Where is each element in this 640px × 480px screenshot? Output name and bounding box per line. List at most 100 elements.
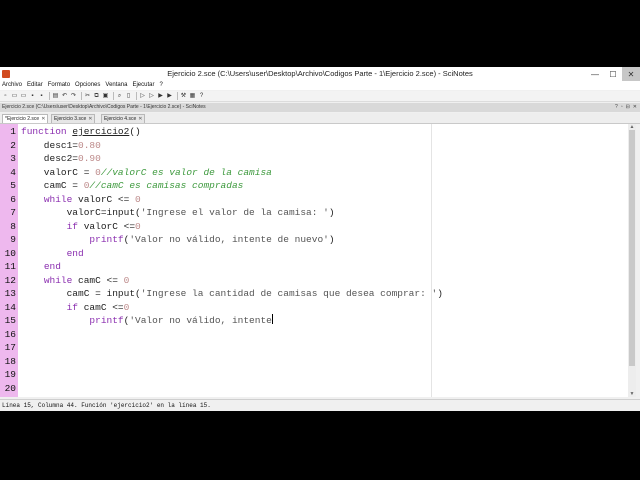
toolbar: ▫ ▭ ▭ ▪ ▪ ▤ ↶ ↷ ✂ ⧉ ▣ ⌕ ▯ ▷ ▷ ▶ ▶ ⚒ ▦ ? — [0, 91, 640, 102]
execute-selection-icon[interactable]: ▶ — [157, 93, 164, 100]
redo-icon[interactable]: ↷ — [70, 93, 77, 100]
line-number: 14 — [4, 301, 16, 313]
code-token: 'Valor no válido, intente de nuevo' — [129, 234, 329, 245]
replace-icon[interactable]: ▯ — [125, 93, 132, 100]
maximize-button[interactable]: ☐ — [604, 67, 622, 81]
tab-ejercicio-2[interactable]: *Ejercicio 2.sce ✕ — [2, 114, 49, 123]
code-token: if — [66, 220, 79, 232]
copy-icon[interactable]: ⧉ — [93, 93, 100, 100]
code-token: ) — [328, 207, 335, 218]
scroll-down-icon[interactable]: ▼ — [628, 391, 636, 397]
paste-icon[interactable]: ▣ — [102, 93, 109, 100]
tab-ejercicio-3[interactable]: Ejercicio 3.sce ✕ — [51, 114, 96, 123]
print-icon[interactable]: ▤ — [52, 93, 59, 100]
toolbar-separator — [81, 92, 82, 100]
tools-icon[interactable]: ⚒ — [180, 93, 187, 100]
line-number: 19 — [4, 369, 16, 380]
code-line[interactable]: end — [21, 247, 84, 261]
code-line[interactable]: end — [21, 260, 61, 274]
line-number: 12 — [4, 274, 16, 286]
minimize-button[interactable]: — — [586, 67, 604, 81]
vertical-scrollbar[interactable]: ▲ ▼ — [628, 124, 636, 397]
scinotes-window: Ejercicio 2.sce (C:\Users\user\Desktop\A… — [0, 67, 640, 411]
save-icon[interactable]: ▪ — [29, 93, 36, 100]
close-button[interactable]: ✕ — [622, 67, 640, 81]
menu-bar: Archivo Editar Formato Opciones Ventana … — [0, 81, 640, 90]
code-token: desc1= — [21, 139, 79, 151]
menu-opciones[interactable]: Opciones — [75, 81, 100, 90]
line-number: 1 — [10, 126, 16, 137]
code-token: valorC=input( — [21, 207, 141, 218]
help-icon[interactable]: ? — [198, 93, 205, 100]
code-token: camC <= — [78, 301, 124, 313]
code-token: () — [129, 126, 141, 137]
menu-archivo[interactable]: Archivo — [2, 81, 22, 90]
code-token: end — [43, 261, 61, 272]
code-token: 'Valor no válido, intente — [129, 315, 272, 326]
code-token: end — [66, 247, 84, 259]
code-line[interactable]: camC = input('Ingrese la cantidad de cam… — [21, 287, 443, 301]
menu-editar[interactable]: Editar — [27, 81, 43, 90]
code-token: valorC <= — [78, 220, 136, 232]
line-number: 13 — [4, 288, 16, 299]
line-number-gutter: 1 2 3 4 5 6 7 8 9 10 11 12 13 14 15 16 17 18 19 20 — [0, 124, 18, 397]
scrollbar-thumb[interactable] — [629, 130, 635, 366]
code-line[interactable]: function ejercicio2() — [21, 125, 141, 139]
panel-undock-icon[interactable]: ▫ — [621, 104, 623, 110]
code-line[interactable]: while valorC <= 0 — [21, 193, 141, 207]
window-title: Ejercicio 2.sce (C:\Users\user\Desktop\A… — [167, 69, 473, 78]
tab-ejercicio-4[interactable]: Ejercicio 4.sce ✕ — [101, 114, 146, 123]
new-file-icon[interactable]: ▫ — [2, 93, 9, 100]
edge-margin-line — [431, 124, 432, 397]
status-bar: Línea 15, Columna 44. Función 'ejercicio… — [0, 399, 640, 411]
code-line[interactable]: camC = 0//camC es camisas compradas — [21, 179, 244, 193]
menu-ejecutar[interactable]: Ejecutar — [132, 81, 154, 90]
tab-close-icon[interactable]: ✕ — [88, 116, 92, 122]
text-cursor — [271, 314, 273, 324]
panel-help-icon[interactable]: ? — [615, 104, 618, 110]
save-as-icon[interactable]: ▪ — [38, 93, 45, 100]
code-line[interactable]: desc2=0.90 — [21, 152, 101, 166]
line-number: 10 — [4, 247, 16, 259]
code-line[interactable]: while camC <= 0 — [21, 274, 130, 288]
code-token: desc2= — [21, 153, 79, 164]
search-icon[interactable]: ⌕ — [116, 93, 123, 100]
code-token: ) — [437, 288, 443, 299]
code-token: //camC es camisas compradas — [89, 180, 244, 191]
code-line[interactable]: printf('Valor no válido, intente — [21, 314, 273, 328]
toolbar-separator — [49, 92, 50, 100]
save-execute-icon[interactable]: ▶ — [166, 93, 173, 100]
menu-help[interactable]: ? — [159, 81, 162, 90]
undo-icon[interactable]: ↶ — [61, 93, 68, 100]
menu-formato[interactable]: Formato — [48, 81, 70, 90]
code-token: 0.80 — [78, 139, 101, 151]
code-line[interactable]: desc1=0.80 — [21, 139, 101, 153]
tab-close-icon[interactable]: ✕ — [138, 116, 142, 122]
code-line[interactable]: valorC=input('Ingrese el valor de la cam… — [21, 206, 335, 220]
panel-close-icon[interactable]: ✕ — [633, 104, 637, 110]
panel-maximize-icon[interactable]: ⊟ — [626, 104, 630, 110]
menu-ventana[interactable]: Ventana — [105, 81, 127, 90]
code-editor[interactable]: 1 2 3 4 5 6 7 8 9 10 11 12 13 14 15 16 17 18 19 20 function… — [0, 124, 628, 397]
line-number: 2 — [10, 139, 16, 151]
cut-icon[interactable]: ✂ — [84, 93, 91, 100]
status-text: Línea 15, Columna 44. Función 'ejercicio… — [2, 402, 211, 409]
line-number: 11 — [4, 261, 16, 272]
line-number: 16 — [4, 328, 16, 340]
file-tabs: *Ejercicio 2.sce ✕ Ejercicio 3.sce ✕ Eje… — [0, 113, 640, 124]
code-token: 0 — [123, 274, 130, 286]
code-line[interactable]: valorC = 0//valorC es valor de la camisa — [21, 166, 272, 180]
execute-file-icon[interactable]: ▷ — [148, 93, 155, 100]
code-line[interactable]: printf('Valor no válido, intente de nuev… — [21, 233, 334, 247]
line-number: 4 — [10, 166, 16, 178]
open-recent-icon[interactable]: ▭ — [20, 93, 27, 100]
code-line[interactable]: if camC <=0 — [21, 301, 130, 315]
execute-icon[interactable]: ▷ — [139, 93, 146, 100]
open-folder-icon[interactable]: ▭ — [11, 93, 18, 100]
line-number: 5 — [10, 180, 16, 191]
console-icon[interactable]: ▦ — [189, 93, 196, 100]
tab-close-icon[interactable]: ✕ — [41, 116, 45, 122]
code-line[interactable]: if valorC <=0 — [21, 220, 141, 234]
